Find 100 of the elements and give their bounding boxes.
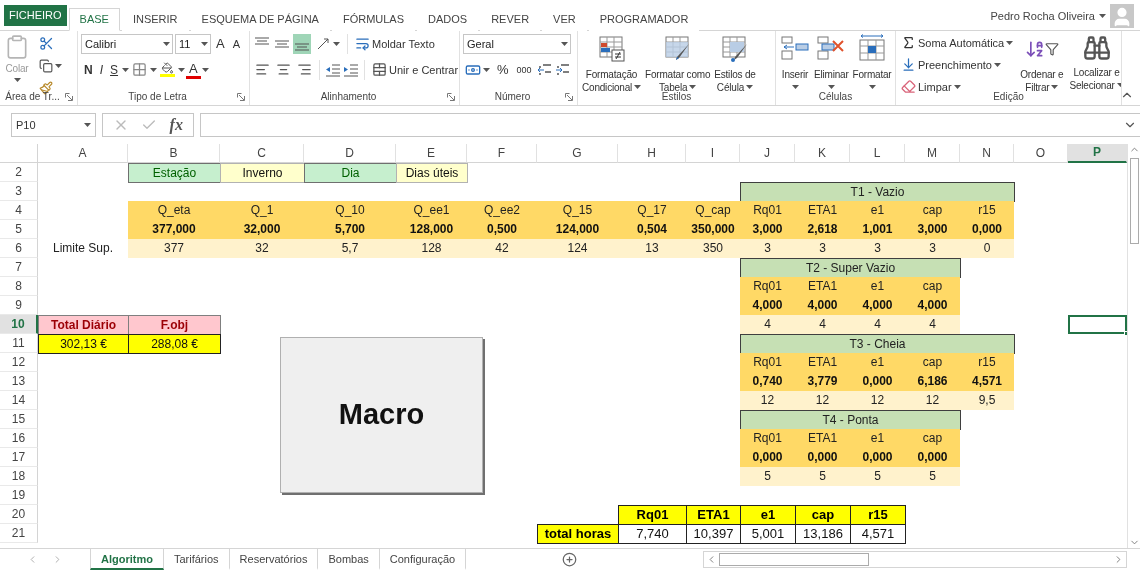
decrease-decimal-icon[interactable]: [554, 61, 571, 78]
wrap-text-button[interactable]: Moldar Texto: [353, 33, 437, 54]
caret-icon: [1006, 40, 1014, 45]
conditional-format-button[interactable]: Formatação Condicional: [581, 33, 643, 94]
vertical-align-button[interactable]: [293, 33, 311, 54]
dialog-launcher-icon[interactable]: [447, 92, 455, 101]
align-center-icon[interactable]: [276, 62, 291, 78]
column-header[interactable]: N: [960, 143, 1014, 163]
table-cell: Q_10: [304, 200, 396, 220]
table-cell: Rq01: [618, 504, 687, 525]
orientation-icon[interactable]: [315, 35, 331, 52]
avatar-icon: [1110, 3, 1134, 28]
selected-cell[interactable]: [1068, 314, 1127, 334]
merge-center-button[interactable]: Unir e Centrar: [370, 59, 459, 80]
scrollbar-thumb[interactable]: [1129, 157, 1139, 244]
font-color-button[interactable]: A: [186, 60, 201, 79]
formula-input[interactable]: [200, 112, 1140, 137]
underline-button[interactable]: S: [107, 59, 122, 80]
group-label: Células: [818, 90, 853, 102]
caret-icon: [122, 67, 130, 72]
table-cell: T3 - Cheia: [740, 333, 1015, 354]
name-box[interactable]: P10: [11, 112, 96, 137]
column-header[interactable]: G: [537, 143, 618, 163]
shrink-font-button[interactable]: A: [229, 33, 243, 54]
table-cell: Q_eta: [128, 200, 220, 220]
caret-icon: [84, 122, 91, 127]
borders-icon[interactable]: [132, 62, 148, 78]
column-header[interactable]: P: [1068, 143, 1127, 163]
align-right-icon[interactable]: [297, 62, 312, 78]
dialog-launcher-icon[interactable]: [565, 92, 573, 101]
cell-styles-button[interactable]: Estilos de Célula: [713, 33, 757, 94]
column-header[interactable]: H: [618, 143, 686, 163]
table-cell: e1: [740, 504, 796, 525]
column-header[interactable]: C: [220, 143, 304, 163]
align-left-icon[interactable]: [255, 62, 270, 78]
sigma-icon: [901, 35, 916, 51]
insert-button[interactable]: Inserir: [779, 33, 811, 94]
increase-decimal-icon[interactable]: [536, 61, 553, 78]
column-header[interactable]: K: [795, 143, 850, 163]
column-header[interactable]: O: [1014, 143, 1068, 163]
caret-icon: [201, 67, 209, 72]
caret-icon: [953, 84, 961, 89]
copy-icon[interactable]: [39, 58, 53, 73]
caret-icon: [1099, 13, 1106, 18]
caret-icon: [868, 85, 876, 90]
table-cell: Total Diário: [38, 314, 129, 335]
grow-font-button[interactable]: A: [213, 33, 228, 54]
sheet-tab[interactable]: Algoritmo: [90, 549, 164, 570]
indent-decrease-icon[interactable]: [325, 61, 341, 78]
dialog-launcher-icon[interactable]: [65, 92, 73, 101]
table-cell: Q_ee1: [396, 200, 467, 220]
column-header[interactable]: D: [304, 143, 396, 163]
ribbon-tab[interactable]: BASE: [68, 7, 120, 31]
column-header[interactable]: J: [740, 143, 795, 163]
scissors-icon[interactable]: [39, 36, 54, 52]
column-header[interactable]: M: [905, 143, 960, 163]
table-cell: 288,08 €: [128, 333, 221, 354]
column-header[interactable]: L: [850, 143, 905, 163]
thousands-button[interactable]: 000: [513, 59, 535, 80]
column-header[interactable]: F: [467, 143, 537, 163]
macro-button[interactable]: Macro: [280, 336, 483, 493]
italic-button[interactable]: I: [96, 59, 106, 80]
caret-icon: [150, 67, 158, 72]
bold-button[interactable]: N: [81, 59, 96, 80]
caret-icon: [483, 67, 490, 72]
caret-icon: [163, 41, 170, 46]
column-header[interactable]: I: [686, 143, 740, 163]
insert-function-button[interactable]: fx: [169, 115, 183, 134]
font-size-dropdown[interactable]: 11: [175, 33, 211, 54]
table-cell: Q_17: [618, 200, 686, 220]
down-arrow-icon: [901, 57, 916, 73]
caret-icon: [791, 85, 799, 90]
fill-button[interactable]: Preenchimento: [899, 55, 1003, 74]
caret-icon: [333, 41, 340, 46]
clear-button[interactable]: Limpar: [899, 77, 963, 96]
column-header[interactable]: E: [396, 143, 467, 163]
column-header[interactable]: A: [38, 143, 128, 163]
find-select-button[interactable]: Localizar e Selecionar: [1068, 33, 1121, 92]
table-cell: Dias úteis: [396, 162, 468, 183]
column-header[interactable]: B: [128, 143, 220, 163]
format-button[interactable]: Formatar: [851, 33, 893, 94]
number-format-dropdown[interactable]: Geral: [463, 33, 571, 54]
dialog-launcher-icon[interactable]: [237, 92, 245, 101]
percent-button[interactable]: %: [494, 59, 512, 80]
table-cell: cap: [795, 504, 851, 525]
autosum-button[interactable]: Soma Automática: [899, 33, 1016, 52]
user-name[interactable]: Pedro Rocha Oliveira: [990, 9, 1095, 22]
fill-color-icon[interactable]: [160, 62, 176, 78]
caret-icon: [1116, 83, 1121, 88]
file-tab[interactable]: FICHEIRO: [4, 4, 67, 26]
table-cell: ETA1: [686, 504, 741, 525]
add-sheet-icon[interactable]: [562, 552, 578, 567]
table-cell: Q_1: [220, 200, 304, 220]
indent-increase-icon[interactable]: [343, 61, 359, 78]
wrap-text-icon: [355, 36, 370, 52]
table-cell: r15: [850, 504, 906, 525]
font-name-dropdown[interactable]: Calibri: [81, 33, 173, 54]
caret-icon: [201, 41, 208, 46]
group-label: Área de Tr...: [5, 90, 60, 102]
scrollbar-thumb[interactable]: [719, 553, 869, 566]
